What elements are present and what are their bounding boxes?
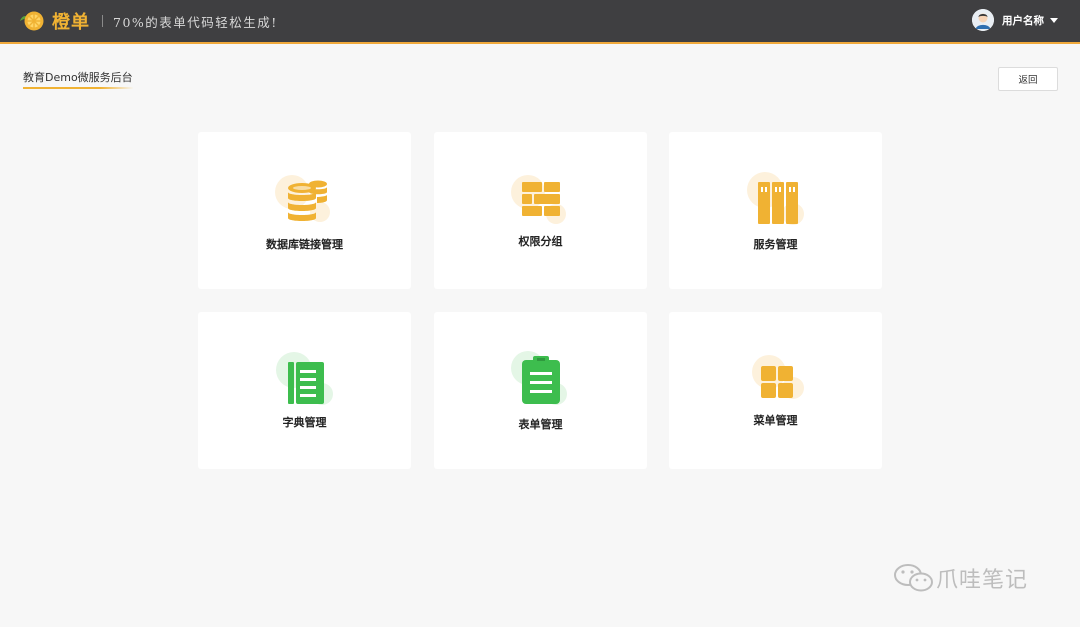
wechat-icon: [894, 564, 933, 592]
user-name: 用户名称: [1002, 14, 1044, 27]
back-button[interactable]: 返回: [998, 67, 1058, 91]
grid-menu-icon: [751, 355, 804, 399]
watermark-text: 爪哇笔记: [936, 568, 1029, 593]
header-divider: [102, 15, 103, 27]
card-label: 数据库链接管理: [266, 238, 343, 251]
card-menu-management[interactable]: 菜单管理: [669, 312, 882, 469]
server-rack-icon: [746, 172, 804, 225]
user-menu[interactable]: 用户名称: [972, 9, 1058, 31]
card-label: 字典管理: [282, 416, 327, 429]
card-service-management[interactable]: 服务管理: [669, 132, 882, 289]
page-title: 教育Demo微服务后台: [23, 69, 133, 89]
card-dictionary-management[interactable]: 字典管理: [198, 312, 411, 469]
card-permission-group[interactable]: 权限分组: [434, 132, 647, 289]
user-avatar-icon: [972, 9, 994, 31]
logo[interactable]: 橙单: [18, 8, 90, 34]
avatar: [972, 9, 994, 31]
top-navbar: 橙单 70%的表单代码轻松生成! 用户名称: [0, 0, 1080, 44]
clipboard-icon: [510, 351, 567, 405]
card-database-connection[interactable]: 数据库链接管理: [198, 132, 411, 289]
card-label: 菜单管理: [753, 414, 798, 427]
notebook-icon: [275, 352, 333, 405]
logo-text: 橙单: [52, 12, 90, 33]
card-label: 权限分组: [518, 235, 563, 248]
card-form-management[interactable]: 表单管理: [434, 312, 647, 469]
card-label: 表单管理: [518, 418, 563, 431]
database-icon: [274, 175, 330, 222]
brick-wall-icon: [510, 175, 566, 224]
chevron-down-icon: [1050, 17, 1058, 23]
slogan: 70%的表单代码轻松生成!: [113, 14, 278, 30]
orange-logo-icon: [20, 11, 44, 31]
card-label: 服务管理: [753, 238, 798, 251]
watermark: 爪哇笔记: [892, 562, 1028, 594]
